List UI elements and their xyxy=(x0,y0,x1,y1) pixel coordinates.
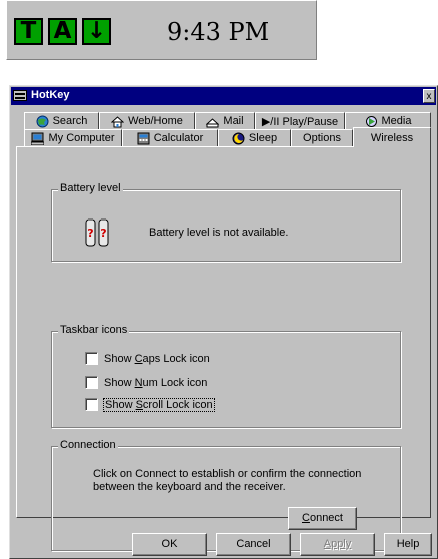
tab-sleep[interactable]: Sleep xyxy=(218,129,291,146)
num-lock-label: Show Num Lock icon xyxy=(104,376,208,389)
scroll-lock-label: Show Scroll Lock icon xyxy=(103,397,215,412)
close-button[interactable]: x xyxy=(423,89,435,103)
num-lock-option[interactable]: Show Num Lock icon xyxy=(85,376,207,389)
tab-calculator[interactable]: Calculator xyxy=(122,129,218,146)
tab-options[interactable]: Options xyxy=(291,129,353,146)
connection-description: Click on Connect to establish or confirm… xyxy=(93,468,362,493)
calculator-icon xyxy=(137,132,150,144)
svg-text:?: ? xyxy=(87,227,93,240)
caps-lock-checkbox[interactable] xyxy=(85,352,98,365)
hotkey-dialog: HotKey x Search Web/Home Mail ▶/II Play/… xyxy=(9,85,438,559)
tab-search[interactable]: Search xyxy=(24,112,99,129)
battery-status-text: Battery level is not available. xyxy=(149,227,289,239)
mail-icon xyxy=(206,117,220,127)
tray-clock[interactable]: 9:43 PM xyxy=(167,17,269,47)
num-lock-checkbox[interactable] xyxy=(85,376,98,389)
sleep-icon xyxy=(232,132,245,144)
web-home-icon xyxy=(111,115,125,127)
tab-my-computer[interactable]: My Computer xyxy=(24,129,122,146)
svg-text:?: ? xyxy=(100,227,106,240)
tab-web-home[interactable]: Web/Home xyxy=(99,112,195,129)
tab-wireless[interactable]: Wireless xyxy=(353,127,431,147)
connect-button[interactable]: Connect xyxy=(288,507,357,530)
apply-button[interactable]: Apply xyxy=(300,533,375,556)
close-icon: x xyxy=(426,91,432,102)
tab-mail[interactable]: Mail xyxy=(195,112,255,129)
tab-panel-wireless: Battery level ? ? Battery level is not a… xyxy=(16,146,431,551)
tray-icon-a[interactable]: A xyxy=(48,18,77,45)
scroll-lock-checkbox[interactable] xyxy=(85,398,98,411)
search-icon xyxy=(36,115,49,127)
tray-icon-scroll-lock[interactable]: ↓ xyxy=(82,18,111,45)
battery-group: Battery level ? ? Battery level is not a… xyxy=(51,182,401,262)
tab-play-pause[interactable]: ▶/II Play/Pause xyxy=(255,112,345,129)
tray-icon-t[interactable]: T xyxy=(14,18,43,45)
window-title: HotKey xyxy=(31,89,70,101)
keyboard-icon xyxy=(13,90,27,101)
battery-group-label: Battery level xyxy=(58,182,123,194)
taskbar-tray: T A ↓ 9:43 PM xyxy=(6,0,317,60)
taskbar-icons-group: Taskbar icons Show Caps Lock icon Show N… xyxy=(51,324,401,428)
ok-button[interactable]: OK xyxy=(132,533,207,556)
cancel-button[interactable]: Cancel xyxy=(216,533,291,556)
help-button[interactable]: Help xyxy=(384,533,432,556)
title-bar[interactable]: HotKey x xyxy=(11,87,436,105)
battery-unknown-icon: ? ? xyxy=(85,218,109,247)
media-icon xyxy=(365,115,377,127)
caps-lock-label: Show Caps Lock icon xyxy=(104,352,210,365)
connection-group-label: Connection xyxy=(58,439,118,451)
computer-icon xyxy=(31,132,45,145)
taskbar-icons-group-label: Taskbar icons xyxy=(58,324,130,336)
caps-lock-option[interactable]: Show Caps Lock icon xyxy=(85,352,210,365)
scroll-lock-option[interactable]: Show Scroll Lock icon xyxy=(85,397,215,412)
